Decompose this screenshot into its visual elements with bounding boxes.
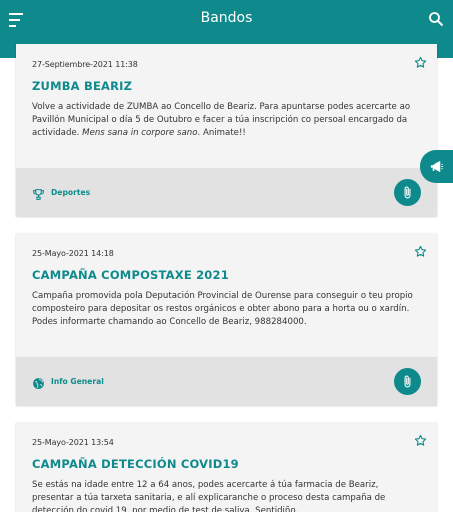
star-icon[interactable] bbox=[414, 432, 427, 446]
card-date: 25-Mayo-2021 14:18 bbox=[32, 249, 114, 258]
card-date: 27-Septiembre-2021 11:38 bbox=[32, 60, 138, 69]
attachment-button[interactable] bbox=[394, 368, 421, 395]
bando-card[interactable]: 25-Mayo-2021 13:54 CAMPAÑA DETECCIÓN COV… bbox=[16, 422, 437, 512]
card-category: Info General bbox=[51, 376, 104, 386]
paperclip-icon bbox=[404, 186, 411, 199]
page-title: Bandos bbox=[200, 10, 253, 26]
card-footer: Info General bbox=[16, 357, 437, 405]
star-icon[interactable] bbox=[414, 54, 427, 68]
card-date: 25-Mayo-2021 13:54 bbox=[32, 438, 114, 447]
megaphone-icon bbox=[430, 160, 444, 173]
card-category: Deportes bbox=[51, 187, 91, 197]
globe-icon bbox=[32, 375, 45, 389]
bando-card[interactable]: 27-Septiembre-2021 11:38 ZUMBA BEARIZ Vo… bbox=[16, 44, 437, 216]
card-title: ZUMBA BEARIZ bbox=[32, 79, 133, 93]
card-title: CAMPAÑA COMPOSTAXE 2021 bbox=[32, 268, 229, 282]
bando-card[interactable]: 25-Mayo-2021 14:18 CAMPAÑA COMPOSTAXE 20… bbox=[16, 233, 437, 405]
card-footer: Deportes bbox=[16, 168, 437, 216]
announcement-button[interactable] bbox=[420, 150, 453, 183]
card-text: Volve a actividade de ZUMBA ao Concello … bbox=[32, 102, 411, 138]
card-title: CAMPAÑA DETECCIÓN COVID19 bbox=[32, 457, 239, 471]
trophy-icon bbox=[32, 186, 45, 200]
card-text: Se estás na idade entre 12 a 64 anos, po… bbox=[32, 480, 386, 512]
paperclip-icon bbox=[404, 375, 411, 388]
star-icon[interactable] bbox=[414, 243, 427, 257]
search-icon[interactable] bbox=[428, 11, 444, 27]
attachment-button[interactable] bbox=[394, 179, 421, 206]
card-text: Campaña promovida pola Deputación Provin… bbox=[32, 291, 413, 327]
